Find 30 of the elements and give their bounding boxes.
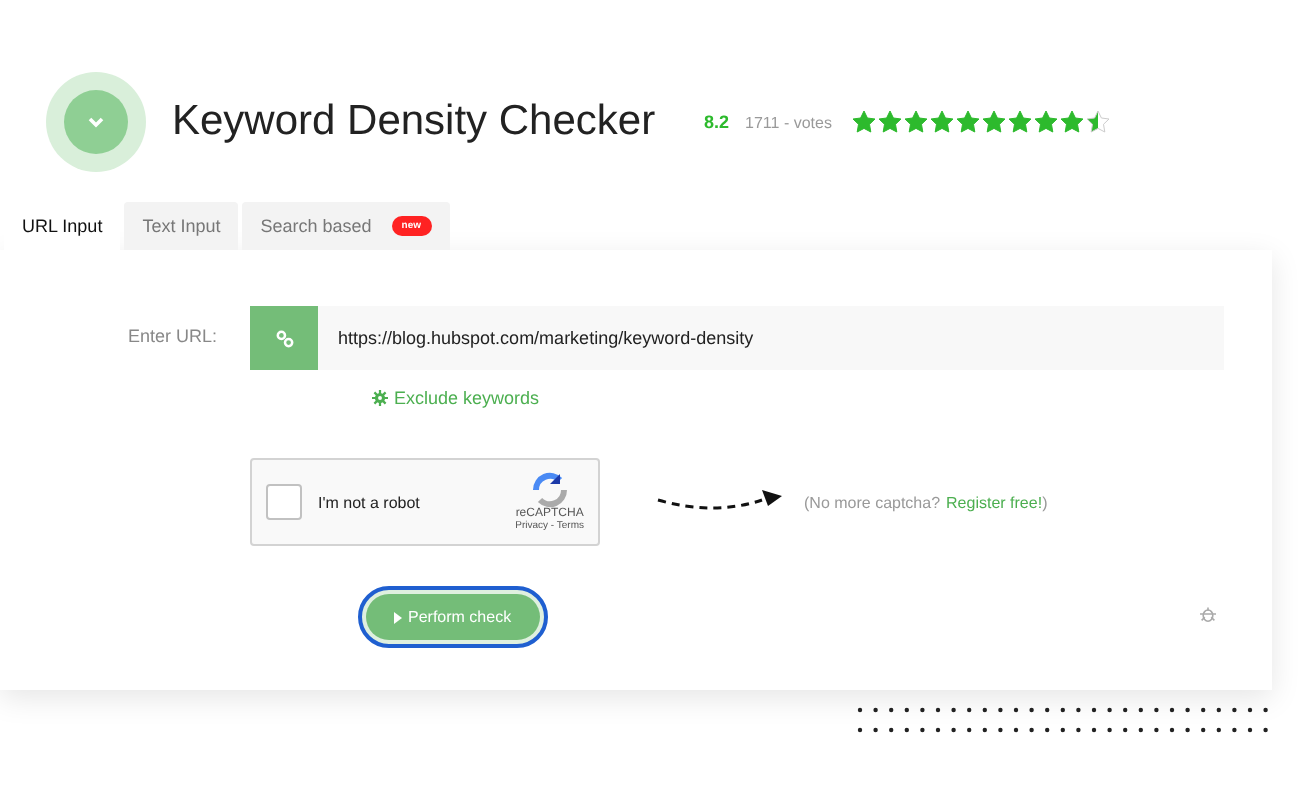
- url-label: Enter URL:: [128, 326, 220, 346]
- star-icon: [1059, 110, 1084, 134]
- gear-icon: [372, 390, 388, 406]
- captcha-label: I'm not a robot: [318, 493, 422, 511]
- perform-check-button[interactable]: Perform check: [358, 586, 548, 648]
- recaptcha-logo-icon: [529, 472, 570, 508]
- exclude-keywords-link[interactable]: Exclude keywords: [372, 388, 1272, 408]
- rating-score: 8.2: [704, 112, 730, 132]
- tab[interactable]: Text Input: [124, 202, 239, 250]
- bug-icon: [1199, 605, 1216, 621]
- star-icon: [929, 110, 954, 134]
- star-icon: [877, 110, 902, 134]
- captcha-note: (No more captcha?: [804, 493, 941, 511]
- star-icon: [851, 110, 876, 134]
- play-icon: [394, 611, 402, 623]
- register-link[interactable]: Register free!: [946, 493, 1043, 511]
- link-icon: [275, 329, 293, 347]
- captcha-note-end: ): [1042, 493, 1048, 511]
- dashed-arrow-icon: [656, 490, 784, 514]
- captcha-checkbox[interactable]: [266, 484, 302, 520]
- vote-count: 1711 - votes: [745, 113, 832, 131]
- logo-icon: [46, 72, 146, 172]
- star-icon: [955, 110, 980, 134]
- star-icon: [903, 110, 928, 134]
- url-field[interactable]: https://blog.hubspot.com/marketing/keyword-density: [318, 306, 1224, 370]
- star-icon: [1033, 110, 1058, 134]
- page-title: Keyword Density Checker: [172, 98, 658, 146]
- star-icon: [1007, 110, 1032, 134]
- star-icon: [1085, 110, 1110, 134]
- star-icon: [981, 110, 1006, 134]
